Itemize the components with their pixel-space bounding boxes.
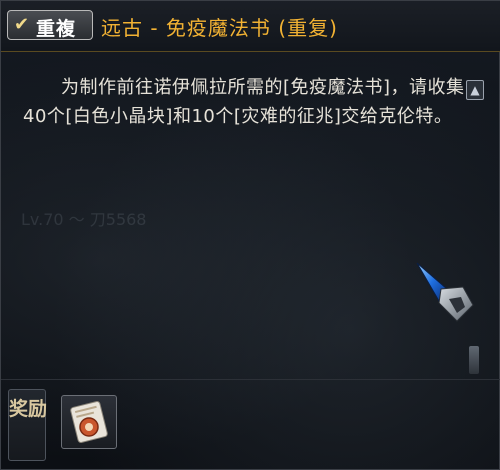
quest-panel: ✔ 重複 远古 - 免疫魔法书 (重复) Lv.70 ～ 刀5568 为制作前往… xyxy=(0,0,500,470)
reward-label: 奖励 xyxy=(9,398,48,420)
reward-divider xyxy=(1,379,500,380)
reward-section: 奖励 xyxy=(8,389,48,461)
background-ghost-text: Lv.70 ～ 刀5568 xyxy=(21,210,147,229)
crystal-shard-icon xyxy=(416,262,474,322)
quest-description-text: 为制作前往诺伊佩拉所需的[免疫魔法书]，请收集40个[白色小晶块]和10个[灾难… xyxy=(23,77,465,127)
check-icon: ✔ xyxy=(14,14,30,35)
scroll-up-button[interactable]: ▲ xyxy=(466,80,484,100)
quest-titlebar: ✔ 重複 远古 - 免疫魔法书 (重复) xyxy=(1,1,500,52)
quest-title: 远古 - 免疫魔法书 (重复) xyxy=(101,16,338,40)
repeat-badge-label: 重複 xyxy=(36,18,77,40)
scrollbar-thumb[interactable] xyxy=(469,346,479,374)
reward-item-slot[interactable] xyxy=(61,395,117,449)
repeat-badge: ✔ 重複 xyxy=(7,10,93,40)
item-scroll-icon xyxy=(70,401,108,443)
quest-description: 为制作前往诺伊佩拉所需的[免疫魔法书]，请收集40个[白色小晶块]和10个[灾难… xyxy=(23,73,465,131)
